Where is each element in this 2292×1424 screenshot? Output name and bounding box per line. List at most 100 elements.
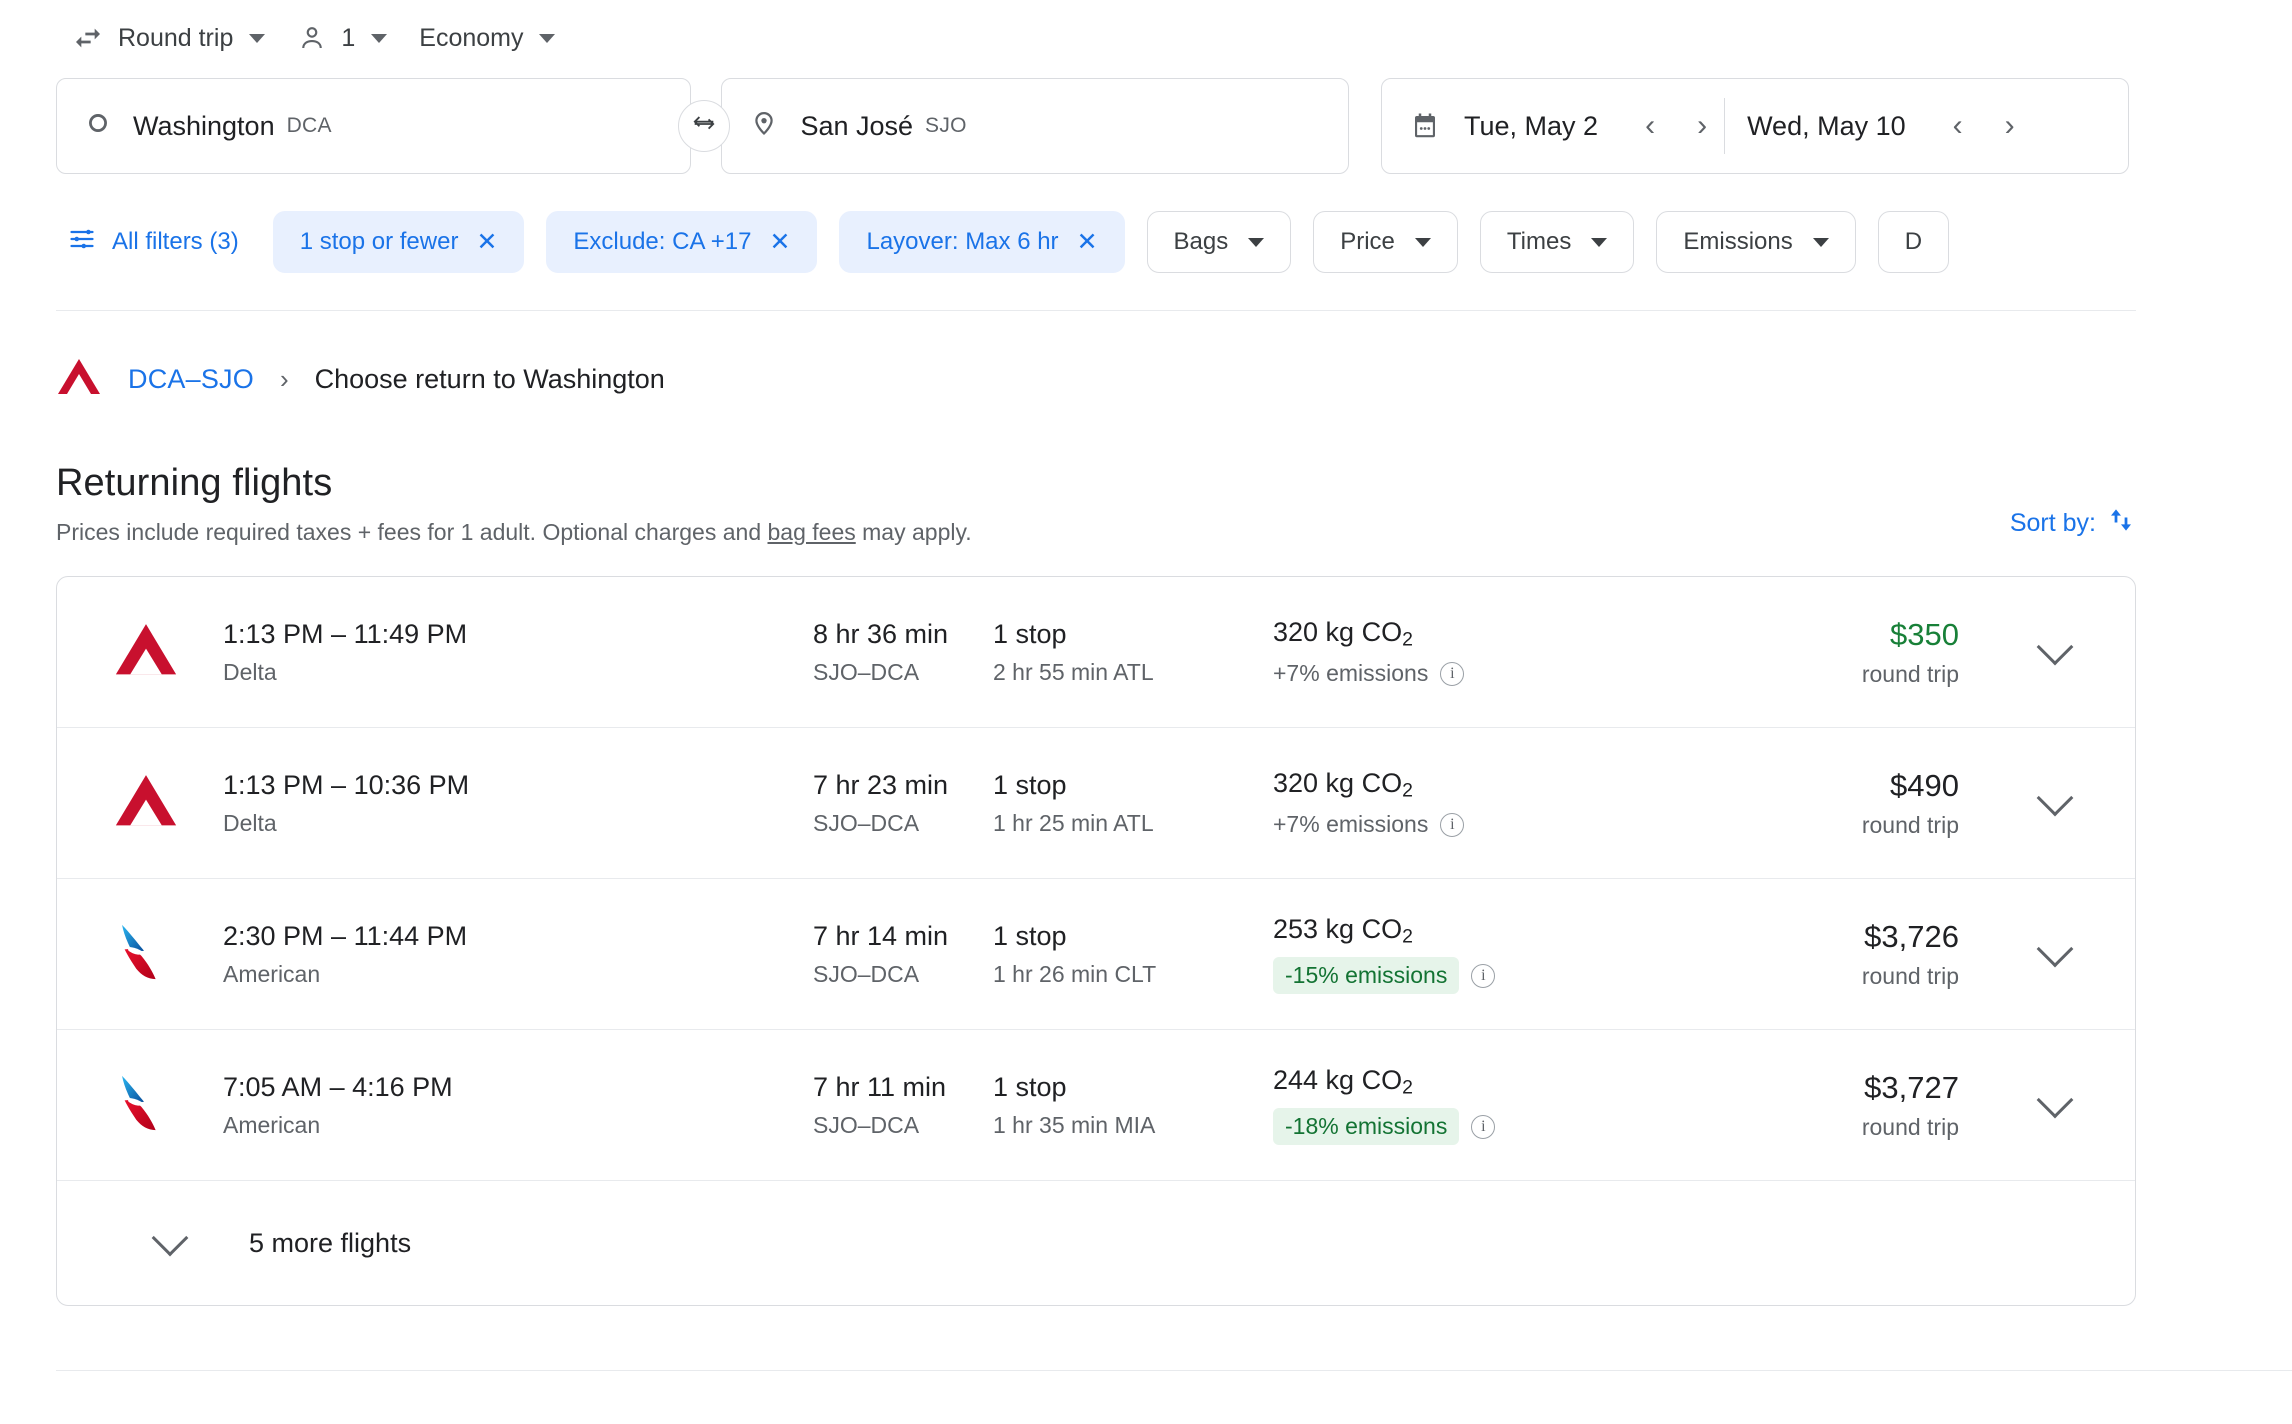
flight-co2: 320 kg CO2 [1273, 768, 1703, 802]
table-row[interactable]: 7:05 AM – 4:16 PM American 7 hr 11 min S… [57, 1030, 2135, 1181]
passengers-count: 1 [341, 24, 355, 53]
flight-price: $3,727 [1703, 1070, 1959, 1106]
breadcrumb: DCA–SJO › Choose return to Washington [56, 357, 2292, 402]
chevron-down-icon [2037, 629, 2074, 666]
info-icon[interactable]: i [1440, 813, 1464, 837]
flight-airline: American [223, 961, 813, 988]
more-flights-label: 5 more flights [249, 1228, 411, 1259]
flight-co2: 320 kg CO2 [1273, 617, 1703, 651]
flight-results-list: 1:13 PM – 11:49 PM Delta 8 hr 36 min SJO… [56, 576, 2136, 1306]
filter-chip-times[interactable]: Times [1480, 211, 1634, 273]
flight-times: 2:30 PM – 11:44 PM [223, 921, 813, 952]
more-flights-button[interactable]: 5 more flights [57, 1181, 2135, 1305]
swap-button[interactable] [678, 100, 730, 152]
destination-input[interactable]: San José SJO [721, 78, 1349, 174]
close-icon[interactable]: ✕ [770, 230, 791, 255]
depart-date-segment[interactable]: Tue, May 2 [1382, 79, 1620, 173]
emissions-delta-row: -15% emissions i [1273, 957, 1703, 994]
filter-chip-emissions[interactable]: Emissions [1656, 211, 1855, 273]
chevron-down-icon [371, 34, 387, 43]
expand-flight-button[interactable] [2015, 1097, 2095, 1113]
return-date-next-button[interactable]: › [1988, 104, 2032, 148]
flight-price-note: round trip [1703, 661, 1959, 688]
depart-date-prev-button[interactable]: ‹ [1628, 104, 1672, 148]
delta-logo-icon [56, 357, 102, 402]
flight-times: 1:13 PM – 10:36 PM [223, 770, 813, 801]
flight-stops-cell: 1 stop 1 hr 26 min CLT [993, 921, 1273, 988]
flight-price-cell: $490 round trip [1703, 768, 2015, 839]
filter-chip-truncated[interactable]: D [1878, 211, 1949, 273]
person-icon [297, 23, 327, 53]
search-options-bar: Round trip 1 Economy [56, 0, 2292, 70]
flight-stops-cell: 1 stop 1 hr 25 min ATL [993, 770, 1273, 837]
origin-input[interactable]: Washington DCA [56, 78, 691, 174]
where-from-to-group: Washington DCA San José SJO [56, 78, 1349, 174]
flight-route: SJO–DCA [813, 1112, 993, 1139]
flight-stops: 1 stop [993, 619, 1273, 650]
flight-stops: 1 stop [993, 1072, 1273, 1103]
table-row[interactable]: 1:13 PM – 11:49 PM Delta 8 hr 36 min SJO… [57, 577, 2135, 728]
all-filters-button[interactable]: All filters (3) [56, 215, 251, 270]
chevron-down-icon [2037, 780, 2074, 817]
filter-chip-stops[interactable]: 1 stop or fewer ✕ [273, 211, 525, 273]
emissions-delta-row: +7% emissions i [1273, 660, 1703, 687]
airline-logo-cell [113, 772, 223, 835]
filter-chip-label: Emissions [1683, 228, 1792, 256]
breadcrumb-current: Choose return to Washington [315, 364, 665, 395]
airline-logo-cell [113, 921, 223, 988]
sort-by-button[interactable]: Sort by: [2010, 505, 2136, 542]
flight-times-cell: 1:13 PM – 10:36 PM Delta [223, 770, 813, 837]
flight-price-note: round trip [1703, 812, 1959, 839]
flight-duration: 7 hr 11 min [813, 1072, 993, 1103]
flight-duration-cell: 7 hr 23 min SJO–DCA [813, 770, 993, 837]
flight-duration: 7 hr 23 min [813, 770, 993, 801]
filter-chip-exclude-airlines[interactable]: Exclude: CA +17 ✕ [546, 211, 817, 273]
filter-chip-price[interactable]: Price [1313, 211, 1458, 273]
return-date-prev-button[interactable]: ‹ [1936, 104, 1980, 148]
filter-chip-bags[interactable]: Bags [1147, 211, 1292, 273]
flights-results-page: Round trip 1 Economy Washington DCA [0, 0, 2292, 1424]
subtitle-text-after: may apply. [856, 519, 972, 545]
bottom-divider [56, 1370, 2292, 1371]
date-range-field: Tue, May 2 ‹ › Wed, May 10 ‹ › [1381, 78, 2129, 174]
chevron-down-icon [1591, 238, 1607, 247]
filter-chip-layover[interactable]: Layover: Max 6 hr ✕ [839, 211, 1124, 273]
info-icon[interactable]: i [1440, 662, 1464, 686]
flight-duration-cell: 8 hr 36 min SJO–DCA [813, 619, 993, 686]
destination-code: SJO [925, 114, 967, 138]
bag-fees-link[interactable]: bag fees [768, 519, 856, 545]
emissions-badge: -15% emissions [1273, 957, 1459, 994]
cabin-class-selector[interactable]: Economy [403, 14, 571, 63]
co2-subscript: 2 [1402, 1076, 1413, 1098]
flight-route: SJO–DCA [813, 961, 993, 988]
table-row[interactable]: 2:30 PM – 11:44 PM American 7 hr 14 min … [57, 879, 2135, 1030]
expand-flight-button[interactable] [2015, 795, 2095, 811]
flight-stops-cell: 1 stop 2 hr 55 min ATL [993, 619, 1273, 686]
location-pin-icon [750, 109, 778, 144]
flight-airline: Delta [223, 659, 813, 686]
flight-duration-cell: 7 hr 14 min SJO–DCA [813, 921, 993, 988]
passengers-selector[interactable]: 1 [281, 13, 403, 63]
flight-price: $3,726 [1703, 919, 1959, 955]
expand-flight-button[interactable] [2015, 946, 2095, 962]
flight-emissions-cell: 253 kg CO2 -15% emissions i [1273, 914, 1703, 994]
return-date-label: Wed, May 10 [1747, 111, 1906, 142]
depart-date-next-button[interactable]: › [1680, 104, 1724, 148]
return-date-segment[interactable]: Wed, May 10 [1725, 79, 1928, 173]
close-icon[interactable]: ✕ [1077, 230, 1098, 255]
table-row[interactable]: 1:13 PM – 10:36 PM Delta 7 hr 23 min SJO… [57, 728, 2135, 879]
trip-type-selector[interactable]: Round trip [56, 12, 281, 64]
close-icon[interactable]: ✕ [476, 230, 497, 255]
results-subtitle: Prices include required taxes + fees for… [56, 519, 2136, 546]
chevron-down-icon [1415, 238, 1431, 247]
breadcrumb-leg-link[interactable]: DCA–SJO [128, 364, 254, 395]
expand-flight-button[interactable] [2015, 644, 2095, 660]
flight-stops: 1 stop [993, 921, 1273, 952]
info-icon[interactable]: i [1471, 964, 1495, 988]
emissions-delta-row: -18% emissions i [1273, 1108, 1703, 1145]
all-filters-label: All filters (3) [112, 228, 239, 256]
flight-emissions-cell: 320 kg CO2 +7% emissions i [1273, 617, 1703, 687]
filter-chip-label: Price [1340, 228, 1395, 256]
info-icon[interactable]: i [1471, 1115, 1495, 1139]
section-divider [56, 310, 2136, 311]
